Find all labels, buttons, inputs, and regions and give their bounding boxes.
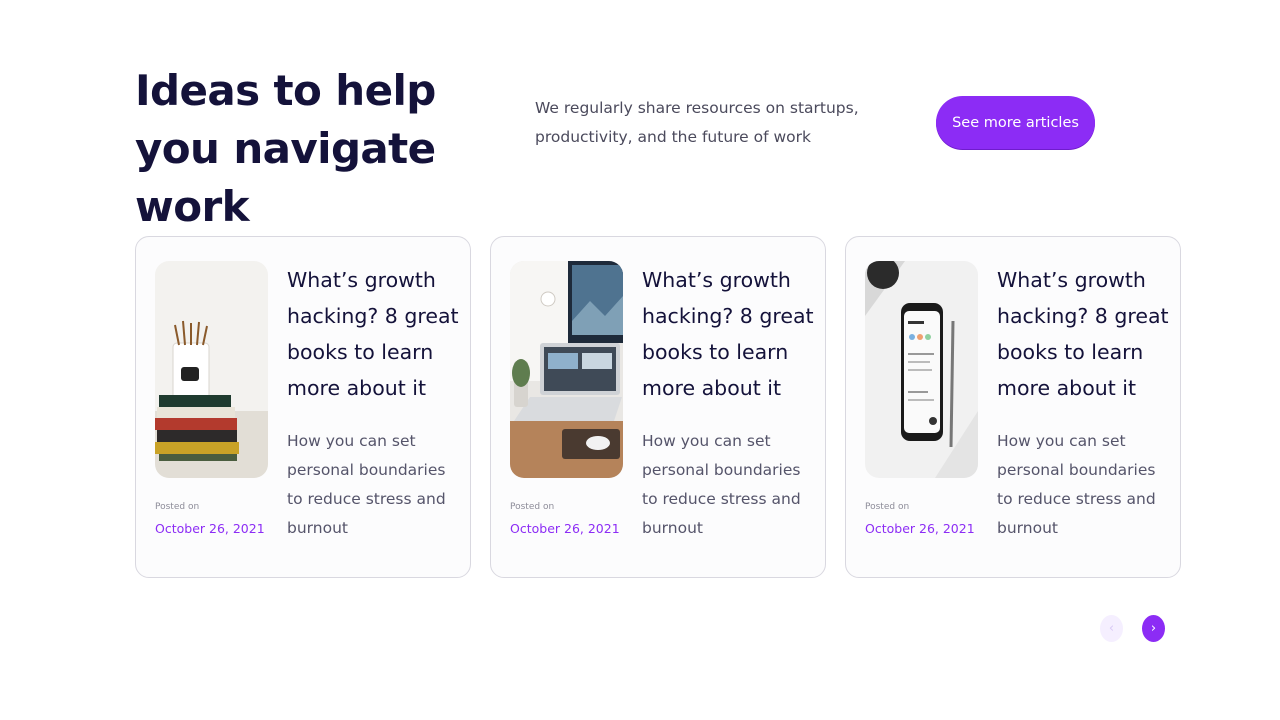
article-card[interactable]: Posted on October 26, 2021 What’s growth…: [135, 236, 471, 578]
posted-label: Posted on: [510, 502, 555, 512]
article-excerpt: How you can set personal boundaries to r…: [642, 432, 801, 537]
section-intro: We regularly share resources on startups…: [535, 99, 859, 146]
article-thumbnail[interactable]: [510, 261, 623, 478]
chevron-right-icon[interactable]: ›: [1142, 615, 1165, 642]
article-title[interactable]: What’s growth hacking? 8 great books to …: [997, 262, 1172, 406]
laptop-desk-photo: [510, 261, 623, 478]
article-thumbnail[interactable]: [865, 261, 978, 478]
chevron-left-icon[interactable]: ‹: [1100, 615, 1123, 642]
article-excerpt: How you can set personal boundaries to r…: [997, 432, 1156, 537]
posted-date: October 26, 2021: [865, 521, 975, 536]
article-thumbnail[interactable]: [155, 261, 268, 478]
see-more-articles-button[interactable]: See more articles: [936, 96, 1095, 149]
article-excerpt: How you can set personal boundaries to r…: [287, 432, 446, 537]
article-title[interactable]: What’s growth hacking? 8 great books to …: [287, 262, 462, 406]
article-title[interactable]: What’s growth hacking? 8 great books to …: [642, 262, 817, 406]
posted-label: Posted on: [865, 502, 910, 512]
smartphone-photo: [865, 261, 978, 478]
books-photo: [155, 261, 268, 478]
posted-date: October 26, 2021: [510, 521, 620, 536]
posted-label: Posted on: [155, 502, 200, 512]
posted-date: October 26, 2021: [155, 521, 265, 536]
article-list: Posted on October 26, 2021 What’s growth…: [135, 236, 1183, 580]
section-title: Ideas to help you navigate work: [135, 66, 436, 231]
article-card[interactable]: Posted on October 26, 2021 What’s growth…: [490, 236, 826, 578]
article-card[interactable]: Posted on October 26, 2021 What’s growth…: [845, 236, 1181, 578]
